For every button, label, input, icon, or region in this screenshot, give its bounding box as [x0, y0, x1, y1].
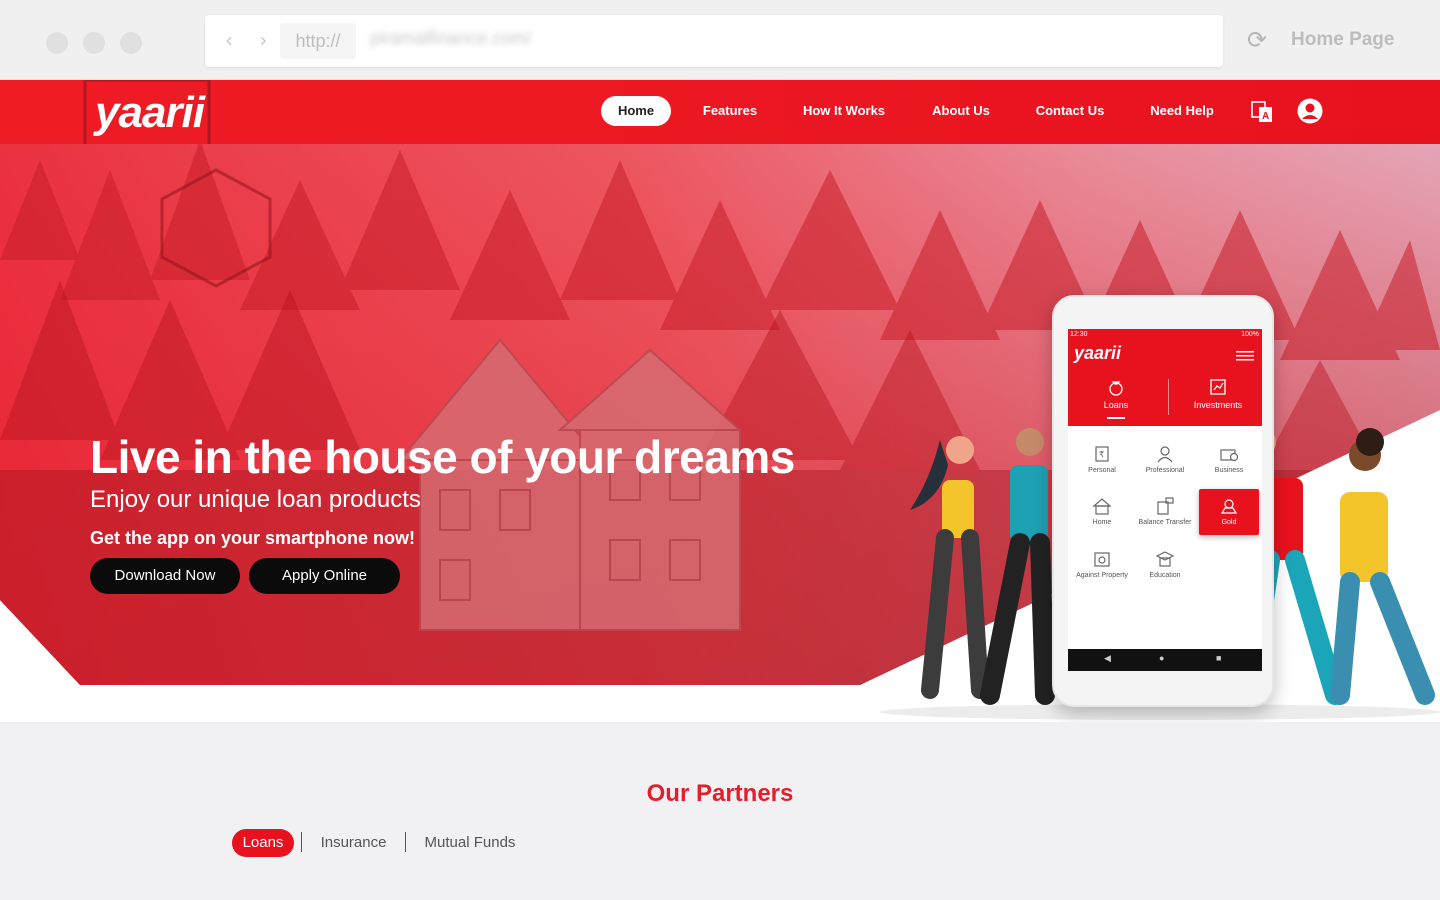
tab-underline [1107, 417, 1125, 419]
partners-tab-insurance[interactable]: Insurance [316, 829, 391, 857]
phone-screen: 12:30 100% yaarii Loans Investments ₹ Pe… [1068, 329, 1262, 671]
tab-separator [301, 832, 302, 852]
hero-cta-text: Get the app on your smartphone now! [90, 528, 416, 548]
investment-icon [1210, 379, 1226, 395]
download-now-button[interactable]: Download Now [90, 558, 240, 594]
personal-loan-icon: ₹ [1095, 446, 1109, 462]
back-forward-icon[interactable]: ‹ › [225, 28, 277, 52]
loan-personal-label: Personal [1088, 467, 1116, 474]
tab-divider [1168, 379, 1169, 415]
partners-tab-loans[interactable]: Loans [232, 829, 294, 857]
top-navbar: yaarii Home Features How It Works About … [0, 80, 1440, 144]
money-bag-icon [1109, 381, 1123, 396]
nav-how-it-works[interactable]: How It Works [800, 96, 888, 126]
apply-online-button[interactable]: Apply Online [249, 558, 400, 594]
phone-mockup: 12:30 100% yaarii Loans Investments ₹ Pe… [1052, 295, 1274, 707]
nav-contact-us[interactable]: Contact Us [1034, 96, 1106, 126]
nav-need-help[interactable]: Need Help [1146, 96, 1218, 126]
android-recents-icon[interactable]: ■ [1216, 653, 1221, 663]
loan-education[interactable]: Education [1135, 550, 1195, 579]
android-back-icon[interactable]: ◀ [1104, 653, 1111, 664]
svg-text:A: A [1262, 111, 1269, 122]
nav-about-us[interactable]: About Us [928, 96, 994, 126]
hero-subhead: Enjoy our unique loan products [90, 486, 421, 513]
business-loan-icon [1220, 449, 1239, 462]
window-minimize-dot[interactable] [83, 32, 105, 54]
loan-professional[interactable]: Professional [1135, 445, 1195, 474]
education-loan-icon [1155, 551, 1175, 567]
android-home-icon[interactable]: ● [1159, 653, 1164, 663]
loan-business[interactable]: Business [1199, 445, 1259, 474]
translate-icon[interactable]: A [1251, 101, 1273, 123]
app-header: 12:30 100% yaarii Loans Investments [1068, 329, 1262, 426]
app-tab-loans[interactable]: Loans [1086, 377, 1146, 410]
partners-title: Our Partners [646, 780, 794, 807]
gold-loan-icon [1220, 499, 1238, 514]
loan-against-property[interactable]: Against Property [1072, 550, 1132, 579]
app-tab-loans-label: Loans [1103, 400, 1129, 410]
tab-separator [405, 832, 406, 852]
protocol-label: http:// [280, 23, 356, 59]
loan-balance-transfer-label: Balance Transfer [1138, 519, 1192, 526]
loan-personal[interactable]: ₹ Personal [1072, 445, 1132, 474]
page-label: Home Page [1291, 29, 1395, 50]
loan-balance-transfer[interactable]: Balance Transfer [1135, 497, 1195, 526]
app-tab-investments-label: Investments [1193, 400, 1243, 410]
loan-business-label: Business [1214, 467, 1244, 474]
address-bar[interactable]: ‹ › http:// piramalfinance.com/ [205, 15, 1223, 67]
partners-tab-mutual-funds[interactable]: Mutual Funds [420, 829, 520, 857]
brand-logo[interactable]: yaarii [95, 88, 205, 138]
phone-time: 12:30 [1070, 331, 1088, 338]
loan-home[interactable]: Home [1072, 497, 1132, 526]
loan-gold[interactable]: Gold [1199, 489, 1259, 535]
user-account-icon[interactable] [1297, 98, 1323, 124]
phone-battery: 100% [1241, 331, 1259, 338]
property-loan-icon [1094, 552, 1110, 567]
app-tab-investments[interactable]: Investments [1183, 377, 1253, 410]
loan-against-property-label: Against Property [1076, 572, 1128, 579]
url-text[interactable]: piramalfinance.com/ [370, 28, 531, 49]
loan-home-label: Home [1092, 519, 1112, 526]
app-logo: yaarii [1074, 343, 1122, 363]
loan-professional-label: Professional [1145, 467, 1185, 474]
browser-chrome: ‹ › http:// piramalfinance.com/ ⟳ Home P… [0, 0, 1440, 80]
android-nav-bar: ◀ ● ■ [1068, 649, 1262, 671]
reload-icon[interactable]: ⟳ [1247, 26, 1271, 54]
home-loan-icon [1092, 498, 1112, 515]
nav-features[interactable]: Features [700, 96, 760, 126]
balance-transfer-icon [1157, 497, 1174, 515]
hamburger-menu-icon[interactable] [1236, 351, 1254, 361]
hexagon-decoration-2 [160, 168, 272, 288]
hero-section: yaarii Home Features How It Works About … [0, 80, 1440, 722]
window-close-dot[interactable] [46, 32, 68, 54]
svg-text:₹: ₹ [1099, 450, 1104, 459]
nav-home[interactable]: Home [601, 96, 671, 126]
hero-headline: Live in the house of your dreams [90, 431, 795, 483]
loan-education-label: Education [1149, 572, 1181, 579]
professional-loan-icon [1157, 446, 1173, 463]
loan-gold-label: Gold [1221, 519, 1237, 526]
window-maximize-dot[interactable] [120, 32, 142, 54]
